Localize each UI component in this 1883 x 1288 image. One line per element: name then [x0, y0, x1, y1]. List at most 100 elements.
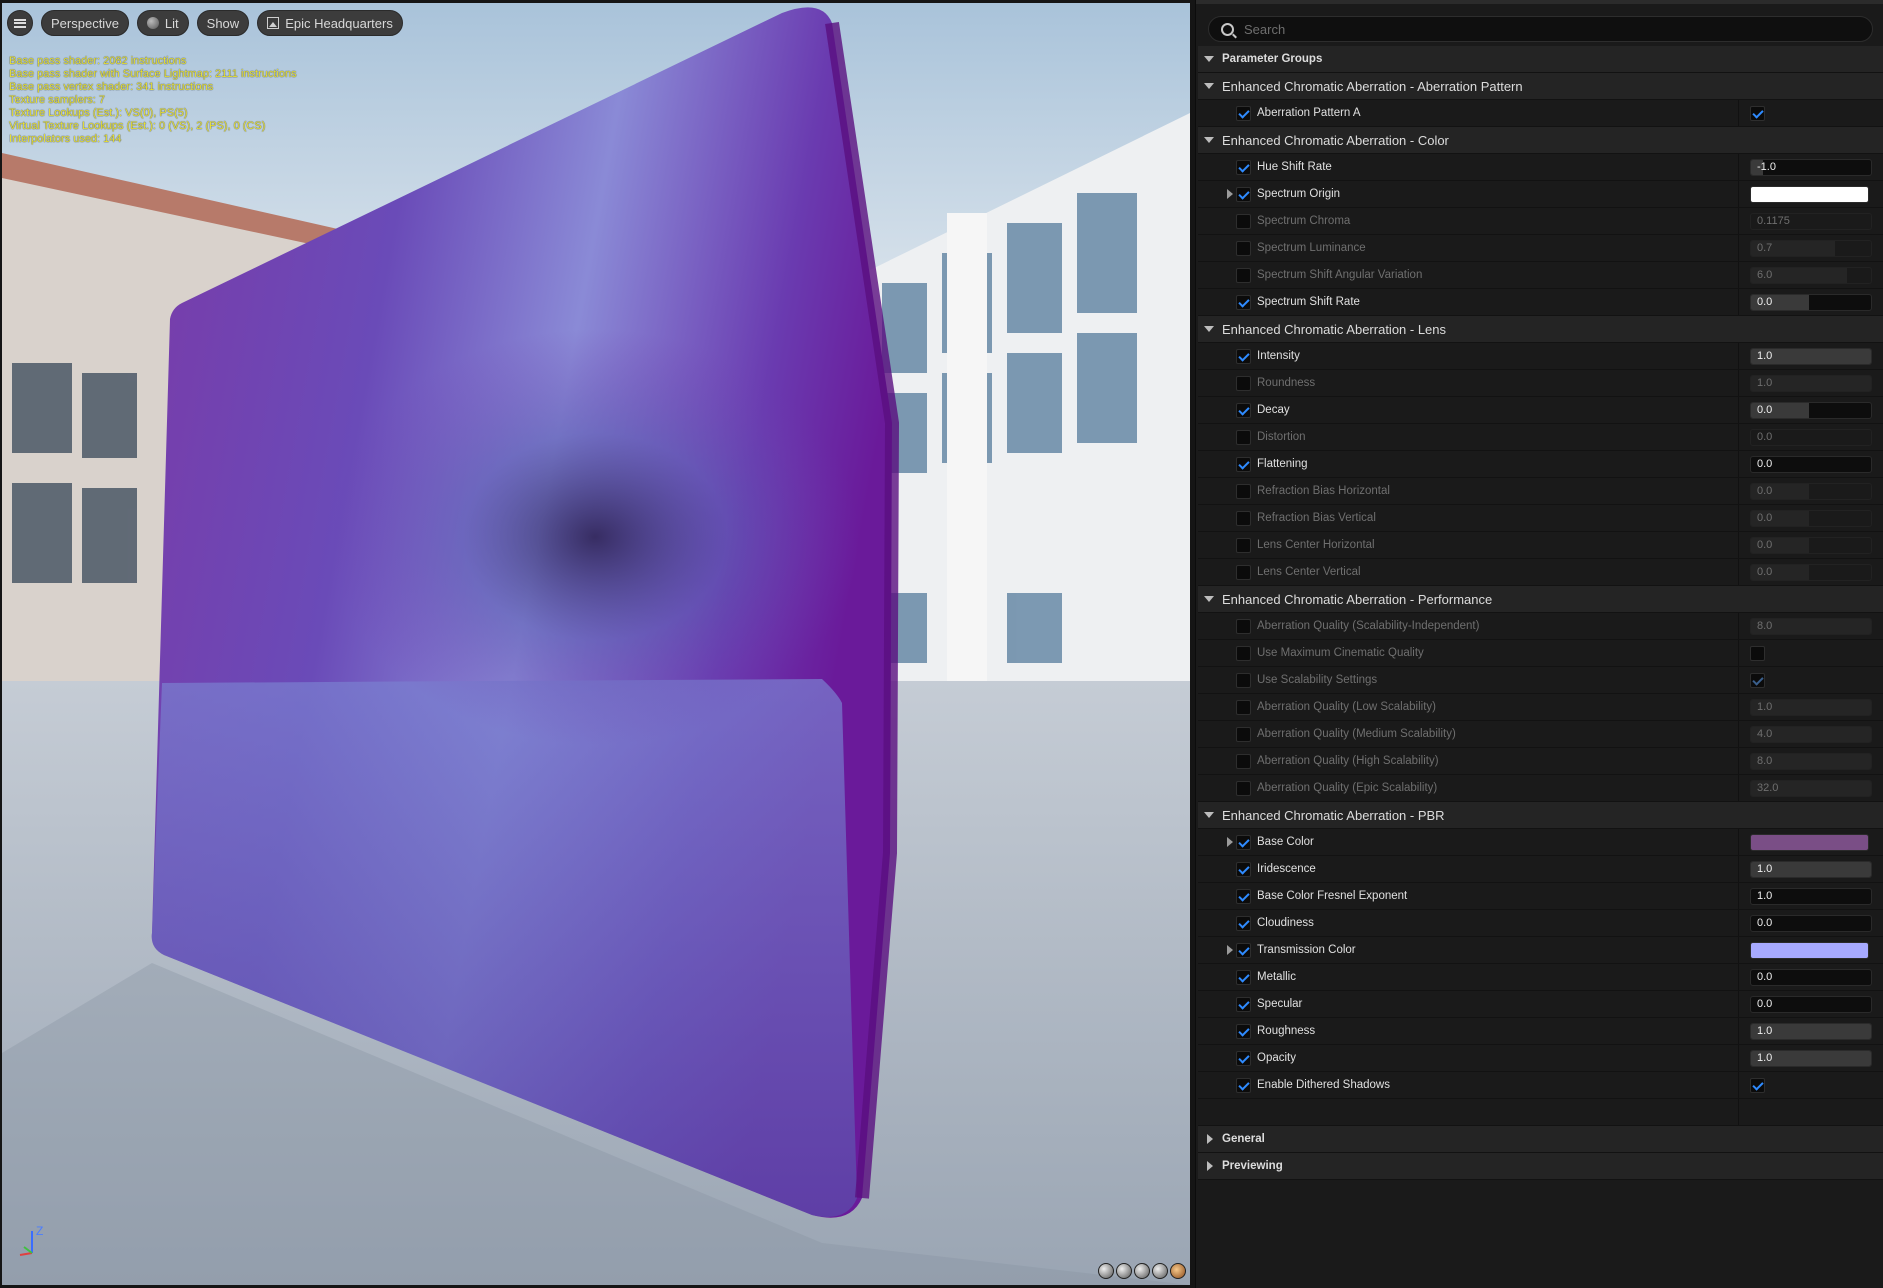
param-override-checkbox[interactable] [1236, 186, 1251, 202]
param-override-checkbox[interactable] [1236, 402, 1251, 418]
param-override-checkbox[interactable] [1236, 105, 1251, 121]
param-override-checkbox[interactable] [1236, 780, 1251, 796]
param-color-swatch[interactable] [1750, 941, 1869, 959]
param-color-swatch[interactable] [1750, 833, 1869, 851]
param-override-checkbox[interactable] [1236, 510, 1251, 526]
chevron-down-icon[interactable] [1204, 137, 1214, 143]
param-override-checkbox[interactable] [1236, 375, 1251, 391]
param-override-checkbox[interactable] [1236, 726, 1251, 742]
chevron-right-icon[interactable] [1227, 837, 1233, 847]
param-override-checkbox[interactable] [1236, 699, 1251, 715]
plane-preview-icon[interactable] [1134, 1263, 1150, 1279]
param-override-checkbox[interactable] [1236, 348, 1251, 364]
param-override-checkbox[interactable] [1236, 645, 1251, 661]
param-number-field[interactable]: 4.0 [1750, 725, 1872, 743]
param-override-checkbox[interactable] [1236, 969, 1251, 985]
group-header-performance[interactable]: Enhanced Chromatic Aberration - Performa… [1198, 586, 1883, 613]
param-number-field[interactable]: 0.0 [1750, 563, 1872, 581]
param-color-swatch[interactable] [1750, 185, 1869, 203]
param-value-cell: 0.0 [1739, 424, 1883, 450]
param-override-checkbox[interactable] [1236, 240, 1251, 256]
param-override-checkbox[interactable] [1236, 915, 1251, 931]
param-number-field[interactable]: 1.0 [1750, 698, 1872, 716]
param-value-checkbox[interactable] [1750, 105, 1765, 121]
section-header-previewing[interactable]: Previewing [1198, 1153, 1883, 1180]
parameter-groups-header[interactable]: Parameter Groups [1198, 46, 1883, 73]
param-override-checkbox[interactable] [1236, 942, 1251, 958]
chevron-down-icon[interactable] [1204, 56, 1214, 62]
param-number-field[interactable]: 0.0 [1750, 536, 1872, 554]
param-number-field[interactable]: 1.0 [1750, 347, 1872, 365]
search-input[interactable] [1242, 20, 1832, 38]
param-override-checkbox[interactable] [1236, 564, 1251, 580]
custom-mesh-preview-icon[interactable] [1170, 1263, 1186, 1279]
group-header-lens[interactable]: Enhanced Chromatic Aberration - Lens [1198, 316, 1883, 343]
section-header-general[interactable]: General [1198, 1126, 1883, 1153]
param-override-checkbox[interactable] [1236, 429, 1251, 445]
chevron-right-icon[interactable] [1207, 1161, 1213, 1171]
param-override-checkbox[interactable] [1236, 834, 1251, 850]
param-override-checkbox[interactable] [1236, 1077, 1251, 1093]
param-number-field[interactable]: 8.0 [1750, 752, 1872, 770]
param-number-field[interactable]: 1.0 [1750, 887, 1872, 905]
param-number-field[interactable]: 1.0 [1750, 374, 1872, 392]
param-number-field[interactable]: 32.0 [1750, 779, 1872, 797]
param-name-cell: Lens Center Vertical [1198, 559, 1739, 585]
param-override-checkbox[interactable] [1236, 537, 1251, 553]
param-number-field[interactable]: 8.0 [1750, 617, 1872, 635]
param-number-field[interactable]: 0.0 [1750, 428, 1872, 446]
param-override-checkbox[interactable] [1236, 672, 1251, 688]
param-override-checkbox[interactable] [1236, 996, 1251, 1012]
chevron-right-icon[interactable] [1227, 945, 1233, 955]
chevron-down-icon[interactable] [1204, 596, 1214, 602]
param-number-field[interactable]: 0.7 [1750, 239, 1872, 257]
view-mode-button[interactable]: Perspective [41, 10, 129, 36]
viewport-menu-button[interactable] [7, 10, 33, 36]
sphere-preview-icon[interactable] [1116, 1263, 1132, 1279]
param-number-field[interactable]: -1.0 [1750, 158, 1872, 176]
lighting-mode-button[interactable]: Lit [136, 10, 189, 36]
param-override-checkbox[interactable] [1236, 888, 1251, 904]
param-override-checkbox[interactable] [1236, 861, 1251, 877]
param-override-checkbox[interactable] [1236, 483, 1251, 499]
param-value-checkbox[interactable] [1750, 672, 1765, 688]
show-flags-button[interactable]: Show [196, 10, 250, 36]
chevron-down-icon[interactable] [1204, 83, 1214, 89]
param-number-field[interactable]: 0.0 [1750, 293, 1872, 311]
search-box[interactable] [1208, 16, 1873, 42]
param-value-checkbox[interactable] [1750, 645, 1765, 661]
param-override-checkbox[interactable] [1236, 294, 1251, 310]
param-override-checkbox[interactable] [1236, 267, 1251, 283]
preview-scene-button[interactable]: Epic Headquarters [257, 10, 403, 36]
param-number-field[interactable]: 0.0 [1750, 509, 1872, 527]
group-header-color[interactable]: Enhanced Chromatic Aberration - Color [1198, 127, 1883, 154]
chevron-down-icon[interactable] [1204, 326, 1214, 332]
param-number-field[interactable]: 0.0 [1750, 455, 1872, 473]
group-header-aberration-pattern[interactable]: Enhanced Chromatic Aberration - Aberrati… [1198, 73, 1883, 100]
group-header-pbr[interactable]: Enhanced Chromatic Aberration - PBR [1198, 802, 1883, 829]
chevron-down-icon[interactable] [1204, 812, 1214, 818]
param-override-checkbox[interactable] [1236, 1023, 1251, 1039]
param-override-checkbox[interactable] [1236, 159, 1251, 175]
param-number-field[interactable]: 1.0 [1750, 860, 1872, 878]
param-number-field[interactable]: 1.0 [1750, 1022, 1872, 1040]
param-number-field[interactable]: 0.0 [1750, 968, 1872, 986]
param-override-checkbox[interactable] [1236, 213, 1251, 229]
chevron-right-icon[interactable] [1227, 189, 1233, 199]
param-number-field[interactable]: 6.0 [1750, 266, 1872, 284]
param-value-checkbox[interactable] [1750, 1077, 1765, 1093]
param-number-field[interactable]: 0.0 [1750, 482, 1872, 500]
chevron-right-icon[interactable] [1207, 1134, 1213, 1144]
cylinder-preview-icon[interactable] [1098, 1263, 1114, 1279]
param-override-checkbox[interactable] [1236, 618, 1251, 634]
param-override-checkbox[interactable] [1236, 753, 1251, 769]
param-number-field[interactable]: 0.1175 [1750, 212, 1872, 230]
level-viewport[interactable]: Perspective Lit Show Epic Headquarters B… [2, 3, 1190, 1285]
cube-preview-icon[interactable] [1152, 1263, 1168, 1279]
param-override-checkbox[interactable] [1236, 456, 1251, 472]
param-number-field[interactable]: 0.0 [1750, 401, 1872, 419]
param-number-field[interactable]: 0.0 [1750, 995, 1872, 1013]
param-number-field[interactable]: 0.0 [1750, 914, 1872, 932]
param-override-checkbox[interactable] [1236, 1050, 1251, 1066]
param-number-field[interactable]: 1.0 [1750, 1049, 1872, 1067]
